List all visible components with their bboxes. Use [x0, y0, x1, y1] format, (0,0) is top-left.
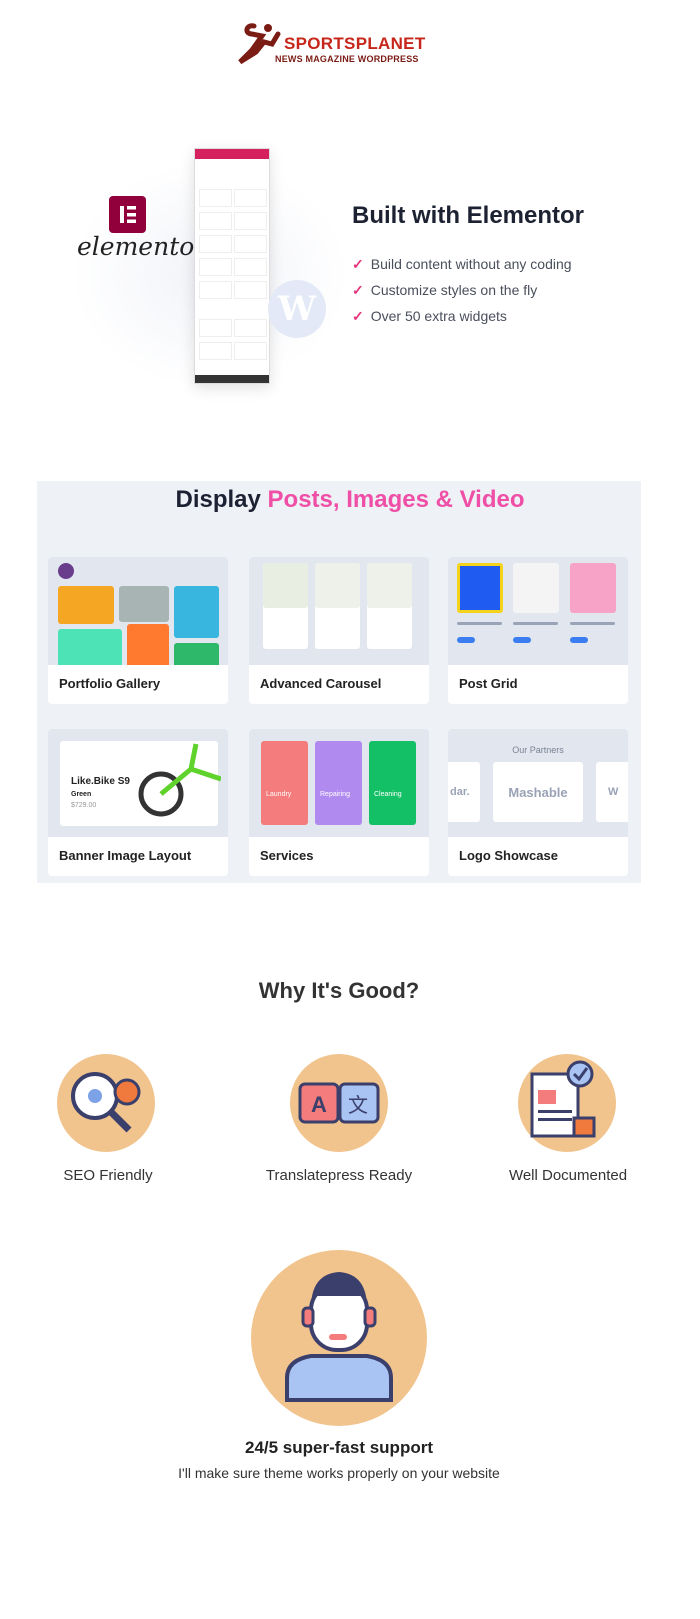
logo-tagline: NEWS MAGAZINE WORDPRESS — [275, 54, 419, 64]
portfolio-preview — [48, 557, 228, 665]
support-agent-icon — [251, 1250, 427, 1426]
feature-item: ✓ Customize styles on the fly — [352, 282, 538, 298]
site-logo: SPORTSPLANET NEWS MAGAZINE WORDPRESS — [238, 20, 448, 66]
banner-preview: Like.Bike S9 Green $729.00 — [48, 729, 228, 837]
bike-icon — [138, 743, 221, 817]
svg-text:A: A — [311, 1092, 327, 1117]
support-title: 24/5 super-fast support — [245, 1438, 433, 1457]
elementor-title: Built with Elementor — [352, 202, 585, 229]
seo-icon — [57, 1054, 155, 1152]
check-icon: ✓ — [352, 308, 364, 324]
elementor-panel-mockup — [194, 148, 270, 384]
check-icon: ✓ — [352, 282, 364, 298]
elementor-logo-icon — [109, 196, 146, 233]
card-banner-image-layout[interactable]: Like.Bike S9 Green $729.00 Banner Image … — [48, 729, 228, 876]
logo-name: SPORTSPLANET — [284, 34, 426, 53]
card-logo-showcase[interactable]: Our Partners dar. Mashable W Logo Showca… — [448, 729, 628, 876]
translate-icon: A文 — [290, 1054, 388, 1152]
feature-item: ✓ Build content without any coding — [352, 256, 572, 272]
document-icon — [518, 1054, 616, 1152]
svg-text:文: 文 — [348, 1093, 368, 1117]
card-label: Post Grid — [459, 676, 518, 691]
card-label: Logo Showcase — [459, 848, 558, 863]
display-title: Display Posts, Images & Video — [175, 486, 525, 513]
support-subtitle: I'll make sure theme works properly on y… — [178, 1465, 500, 1481]
wordpress-icon: W — [268, 280, 326, 338]
card-label: Services — [260, 848, 314, 863]
card-label: Portfolio Gallery — [59, 676, 161, 691]
why-title: Why It's Good? — [258, 978, 420, 1003]
post-grid-preview — [448, 557, 628, 665]
services-preview: Laundry Repairing Cleaning — [249, 729, 429, 837]
feature-label: Well Documented — [508, 1167, 628, 1184]
card-label: Banner Image Layout — [59, 848, 192, 863]
card-services[interactable]: Laundry Repairing Cleaning Services — [249, 729, 429, 876]
card-post-grid[interactable]: Post Grid — [448, 557, 628, 704]
card-advanced-carousel[interactable]: Advanced Carousel — [249, 557, 429, 704]
logo-showcase-preview: Our Partners dar. Mashable W — [448, 729, 628, 837]
feature-label: SEO Friendly — [63, 1167, 153, 1184]
check-icon: ✓ — [352, 256, 364, 272]
feature-label: Translatepress Ready — [265, 1167, 413, 1184]
elementor-wordmark: elementor — [77, 232, 207, 261]
card-portfolio-gallery[interactable]: Portfolio Gallery — [48, 557, 228, 704]
carousel-preview — [249, 557, 429, 665]
card-label: Advanced Carousel — [260, 676, 382, 691]
feature-item: ✓ Over 50 extra widgets — [352, 308, 507, 324]
